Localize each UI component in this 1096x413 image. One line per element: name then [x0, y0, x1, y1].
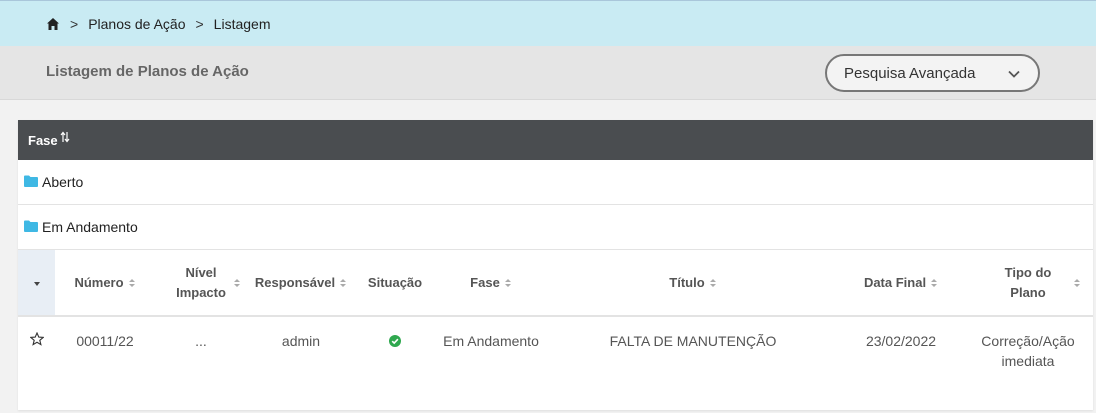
- column-header-nivel-impacto[interactable]: Nível Impacto: [155, 250, 247, 317]
- favorite-cell[interactable]: [18, 316, 55, 384]
- column-label: Impacto: [176, 284, 226, 300]
- column-header-numero[interactable]: Número: [55, 250, 155, 317]
- cell-fase: Em Andamento: [443, 333, 539, 349]
- column-header-responsavel[interactable]: Responsável: [247, 250, 355, 317]
- column-header-data-final[interactable]: Data Final: [839, 250, 963, 317]
- check-circle-icon: [389, 335, 401, 347]
- column-label: Situação: [367, 274, 423, 290]
- cell-text: imediata: [1001, 353, 1055, 369]
- cell-text: Correção/Ação: [981, 333, 1075, 349]
- sort-icon: [931, 279, 938, 288]
- page-title: Listagem de Planos de Ação: [46, 63, 249, 80]
- folder-icon: [24, 220, 38, 232]
- breadcrumb-item-listagem: Listagem: [213, 15, 271, 32]
- caret-down-icon: [33, 281, 40, 286]
- cell-titulo: FALTA DE MANUTENÇÃO: [609, 333, 777, 349]
- column-label: Data Final: [863, 274, 927, 290]
- action-plans-grid: Fase Aberto Em Andamento Número Nível Im…: [18, 120, 1093, 410]
- breadcrumb-separator: >: [70, 15, 79, 32]
- sort-icon: [340, 279, 347, 288]
- breadcrumb-item-planos[interactable]: Planos de Ação: [88, 16, 185, 32]
- column-label: Fase: [470, 274, 500, 290]
- column-label: Nível: [185, 264, 217, 280]
- column-label: Tipo do: [1004, 264, 1052, 280]
- column-header-fase[interactable]: Fase: [435, 250, 547, 317]
- star-icon[interactable]: [28, 331, 45, 346]
- group-row-aberto[interactable]: Aberto: [18, 160, 1093, 205]
- breadcrumb-separator: >: [195, 15, 204, 32]
- sort-icon: [128, 279, 135, 288]
- column-label: Título: [669, 274, 705, 290]
- sort-arrows-icon[interactable]: [60, 131, 70, 143]
- group-label: Em Andamento: [42, 219, 138, 235]
- cell-nivel-impacto: ...: [195, 333, 207, 349]
- group-by-label: Fase: [28, 132, 58, 148]
- group-by-header[interactable]: Fase: [18, 120, 1093, 160]
- sort-icon: [504, 279, 511, 288]
- advanced-search-label: Pesquisa Avançada: [844, 64, 976, 82]
- cell-responsavel: admin: [281, 333, 321, 349]
- sort-icon: [709, 279, 716, 288]
- sort-icon: [234, 279, 240, 287]
- table-header-row: Número Nível Impacto Responsável Situação…: [18, 250, 1093, 317]
- column-label: Plano: [1010, 284, 1046, 300]
- column-header-tipo-plano[interactable]: Tipo do Plano: [963, 250, 1093, 317]
- column-label: Responsável: [254, 274, 336, 290]
- column-label: Número: [74, 274, 124, 290]
- cell-numero: 00011/22: [76, 333, 134, 349]
- cell-tipo-plano: Correção/Ação imediata: [963, 316, 1093, 384]
- chevron-down-icon: [1008, 70, 1020, 78]
- breadcrumb: > Planos de Ação > Listagem: [0, 0, 1096, 46]
- group-row-em-andamento[interactable]: Em Andamento: [18, 205, 1093, 250]
- folder-icon: [24, 175, 38, 187]
- column-header-situacao[interactable]: Situação: [355, 250, 435, 317]
- group-label: Aberto: [42, 174, 84, 190]
- cell-data-final: 23/02/2022: [865, 333, 937, 349]
- select-column-header[interactable]: [18, 250, 55, 317]
- advanced-search-button[interactable]: Pesquisa Avançada: [825, 54, 1040, 92]
- page-header: Listagem de Planos de Ação Pesquisa Avan…: [0, 46, 1096, 100]
- cell-situacao: [355, 316, 435, 384]
- table-row[interactable]: 00011/22 ... admin Em Andamento FALTA DE…: [18, 316, 1093, 384]
- home-icon[interactable]: [46, 17, 60, 31]
- sort-icon: [1074, 279, 1080, 287]
- data-table: Número Nível Impacto Responsável Situação…: [18, 250, 1093, 384]
- column-header-titulo[interactable]: Título: [547, 250, 839, 317]
